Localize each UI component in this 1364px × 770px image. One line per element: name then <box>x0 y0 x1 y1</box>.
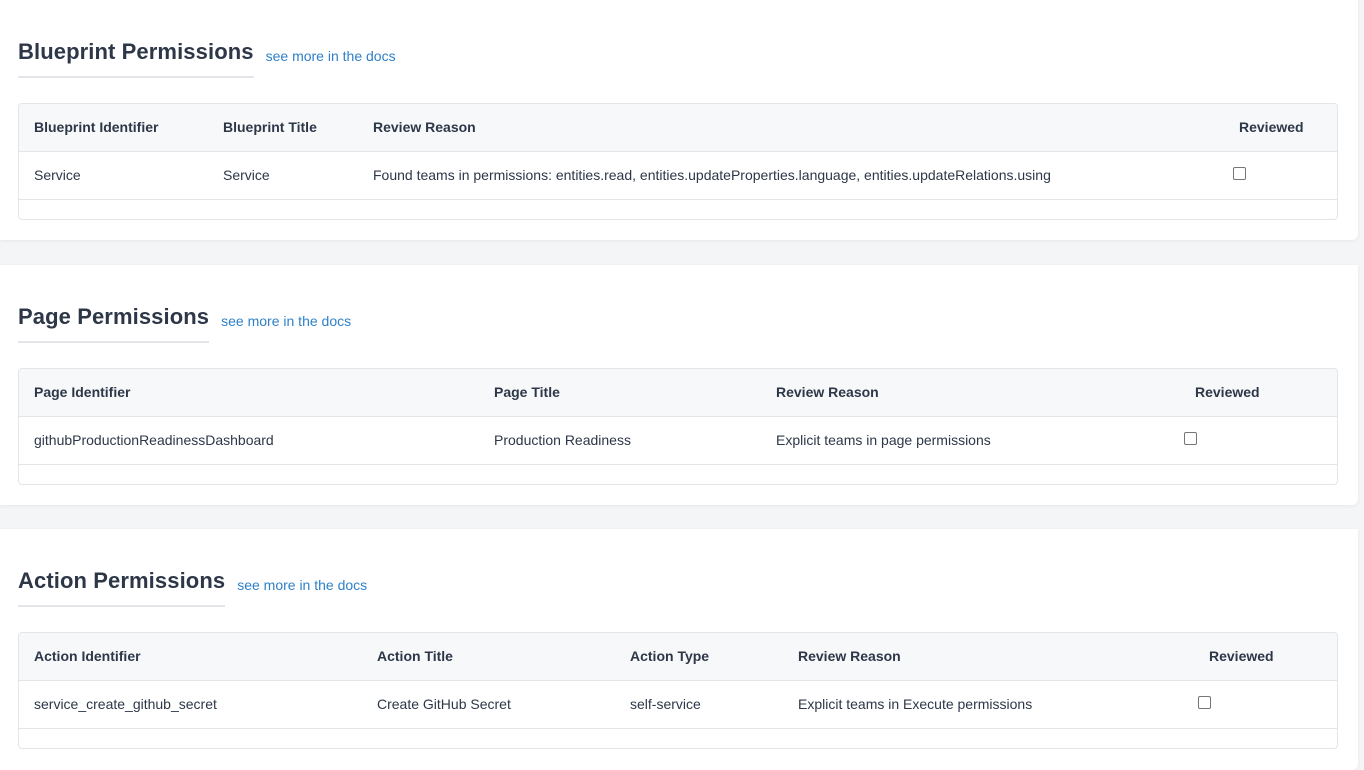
column-header: Reviewed <box>1195 384 1260 401</box>
blueprint-identifier-cell: Service <box>34 167 81 183</box>
page-docs-link[interactable]: see more in the docs <box>221 312 351 330</box>
page-permissions-table-container: Page Identifier Page Title Review Reason… <box>18 368 1338 485</box>
action-permissions-table-container: Action Identifier Action Title Action Ty… <box>18 632 1338 749</box>
page-permissions-title-wrap: Page Permissions <box>18 303 210 343</box>
column-header: Page Title <box>494 384 560 401</box>
page-title-cell: Production Readiness <box>494 432 631 448</box>
column-header: Action Title <box>377 648 453 665</box>
column-header: Blueprint Identifier <box>34 119 159 136</box>
table-header-row: Action Identifier Action Title Action Ty… <box>19 633 1337 680</box>
blueprint-docs-link[interactable]: see more in the docs <box>266 47 396 65</box>
column-header: Action Identifier <box>34 648 141 665</box>
column-header: Review Reason <box>798 648 901 665</box>
blueprint-permissions-table: Blueprint Identifier Blueprint Title Rev… <box>19 104 1337 200</box>
blueprint-permissions-header: Blueprint Permissions see more in the do… <box>18 38 396 78</box>
column-header: Page Identifier <box>34 384 131 401</box>
action-type-cell: self-service <box>630 696 701 712</box>
review-reason-cell: Explicit teams in page permissions <box>776 432 991 448</box>
page-identifier-cell: githubProductionReadinessDashboard <box>34 432 274 448</box>
review-reason-cell: Found teams in permissions: entities.rea… <box>373 167 1051 183</box>
column-header: Reviewed <box>1239 119 1304 136</box>
blueprint-permissions-table-container: Blueprint Identifier Blueprint Title Rev… <box>18 103 1338 220</box>
action-permissions-header: Action Permissions see more in the docs <box>18 567 367 607</box>
page-permissions-header: Page Permissions see more in the docs <box>18 303 351 343</box>
action-permissions-title-wrap: Action Permissions <box>18 567 226 607</box>
page-permissions-title: Page Permissions <box>18 304 210 329</box>
action-docs-link[interactable]: see more in the docs <box>237 576 367 594</box>
column-header: Action Type <box>630 648 710 665</box>
action-permissions-table: Action Identifier Action Title Action Ty… <box>19 633 1337 729</box>
column-header: Review Reason <box>776 384 879 401</box>
reviewed-checkbox[interactable] <box>1198 695 1211 709</box>
blueprint-permissions-section: Blueprint Permissions see more in the do… <box>0 0 1358 240</box>
table-header-row: Page Identifier Page Title Review Reason… <box>19 369 1337 416</box>
action-identifier-cell: service_create_github_secret <box>34 696 217 712</box>
action-permissions-title: Action Permissions <box>18 568 226 593</box>
column-header: Blueprint Title <box>223 119 317 136</box>
reviewed-checkbox[interactable] <box>1184 431 1197 445</box>
column-header: Reviewed <box>1209 648 1274 665</box>
reviewed-cell <box>1224 151 1337 199</box>
reviewed-cell <box>1194 680 1337 728</box>
table-row: service_create_github_secret Create GitH… <box>19 680 1337 728</box>
page-permissions-section: Page Permissions see more in the docs Pa… <box>0 265 1358 505</box>
blueprint-permissions-title: Blueprint Permissions <box>18 39 254 64</box>
action-title-cell: Create GitHub Secret <box>377 696 511 712</box>
reviewed-cell <box>1180 416 1337 464</box>
table-row: Service Service Found teams in permissio… <box>19 151 1337 199</box>
reviewed-checkbox[interactable] <box>1233 166 1246 180</box>
action-permissions-section: Action Permissions see more in the docs … <box>0 529 1358 770</box>
blueprint-title-cell: Service <box>223 167 270 183</box>
table-header-row: Blueprint Identifier Blueprint Title Rev… <box>19 104 1337 151</box>
table-row: githubProductionReadinessDashboard Produ… <box>19 416 1337 464</box>
blueprint-permissions-title-wrap: Blueprint Permissions <box>18 38 254 78</box>
review-reason-cell: Explicit teams in Execute permissions <box>798 696 1033 712</box>
page-permissions-table: Page Identifier Page Title Review Reason… <box>19 369 1337 465</box>
column-header: Review Reason <box>373 119 476 136</box>
